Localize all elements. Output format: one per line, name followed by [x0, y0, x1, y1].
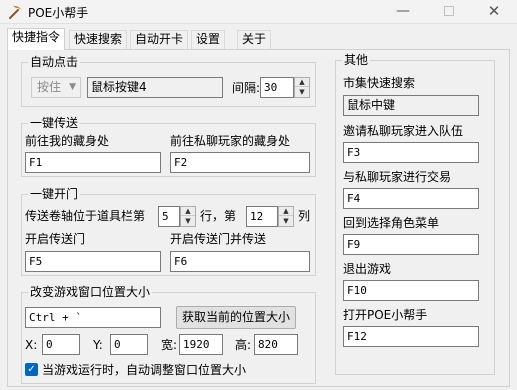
market-search-label: 市集快速搜索: [343, 76, 416, 90]
private-hideout-key-field[interactable]: F2: [170, 152, 310, 173]
spin-down-icon[interactable]: ▼: [295, 88, 309, 97]
teleport-group: 一键传送 前往我的藏身处 F1 前往私聊玩家的藏身处 F2: [21, 116, 316, 177]
open-portal-tp-key-field[interactable]: F6: [170, 251, 310, 272]
click-mode-dropdown[interactable]: 按住 ▼: [31, 77, 81, 98]
char-select-label: 回到选择角色菜单: [343, 216, 440, 230]
private-hideout-label: 前往私聊玩家的藏身处: [170, 134, 291, 148]
hideout-key-field[interactable]: F1: [25, 152, 161, 173]
spin-up-icon[interactable]: ▲: [279, 207, 293, 216]
open-portal-key-field[interactable]: F5: [25, 251, 161, 272]
auto-click-title: 自动点击: [28, 55, 81, 69]
col-spinner[interactable]: ▲ ▼: [278, 206, 294, 227]
y-input[interactable]: 0: [110, 334, 148, 355]
spin-down-icon[interactable]: ▼: [181, 217, 195, 226]
row-label: 行，第: [200, 209, 237, 223]
portal-group: 一键开门 传送卷轴位于道具栏第 5 ▲ ▼ 行，第 12 ▲ ▼ 列 开启传送门…: [21, 187, 316, 276]
pickaxe-icon: [9, 5, 22, 19]
exit-game-label: 退出游戏: [343, 262, 392, 276]
auto-adjust-checkbox[interactable]: ✓: [25, 363, 38, 376]
trade-key-field[interactable]: F4: [343, 188, 479, 209]
window-title: POE小帮手: [28, 6, 89, 20]
checkmark-icon: ✓: [27, 364, 36, 375]
char-select-key-field[interactable]: F9: [343, 234, 479, 255]
exit-game-key-field[interactable]: F10: [343, 280, 479, 301]
col-label: 列: [298, 209, 311, 223]
x-input[interactable]: 0: [42, 334, 80, 355]
auto-adjust-label[interactable]: 当游戏运行时，自动调整窗口位置大小: [42, 363, 246, 377]
maximize-icon: [444, 6, 454, 16]
x-label: X:: [25, 338, 38, 352]
open-app-label: 打开POE小帮手: [343, 308, 428, 322]
window-position-group: 改变游戏窗口位置大小 Ctrl + ` 获取当前的位置大小 X: 0 Y: 0 …: [21, 285, 316, 384]
spin-up-icon[interactable]: ▲: [181, 207, 195, 216]
maximize-button[interactable]: [426, 0, 472, 24]
interval-input[interactable]: 30: [260, 77, 294, 98]
minimize-button[interactable]: —: [380, 0, 426, 24]
click-key-field[interactable]: 鼠标按键4: [87, 77, 223, 98]
row-input[interactable]: 5: [158, 206, 180, 227]
height-input[interactable]: 820: [254, 334, 298, 355]
other-group: 其他 市集快速搜索 鼠标中键 邀请私聊玩家进入队伍 F3 与私聊玩家进行交易 F…: [335, 53, 495, 375]
spin-up-icon[interactable]: ▲: [295, 78, 309, 87]
invite-label: 邀请私聊玩家进入队伍: [343, 124, 464, 138]
col-input[interactable]: 12: [246, 206, 278, 227]
click-mode-value: 按住: [37, 80, 62, 94]
tab-bar: 快捷指令 快速搜索 自动开卡 设置 关于: [7, 28, 517, 50]
window-hotkey-field[interactable]: Ctrl + `: [25, 307, 161, 328]
tab-quick-search[interactable]: 快速搜索: [69, 30, 128, 49]
hideout-label: 前往我的藏身处: [25, 134, 110, 148]
width-label: 宽:: [161, 338, 178, 352]
tab-settings[interactable]: 设置: [191, 30, 226, 49]
invite-key-field[interactable]: F3: [343, 142, 479, 163]
y-label: Y:: [93, 338, 103, 352]
trade-label: 与私聊玩家进行交易: [343, 170, 452, 184]
get-position-button[interactable]: 获取当前的位置大小: [176, 306, 296, 329]
spin-down-icon[interactable]: ▼: [279, 217, 293, 226]
scroll-position-label: 传送卷轴位于道具栏第: [25, 209, 146, 223]
open-portal-tp-label: 开启传送门并传送: [170, 232, 267, 246]
portal-title: 一键开门: [28, 187, 81, 201]
row-spinner[interactable]: ▲ ▼: [180, 206, 196, 227]
teleport-title: 一键传送: [28, 116, 81, 130]
title-bar: POE小帮手 — ✕: [0, 0, 517, 24]
height-label: 高:: [235, 338, 252, 352]
other-title: 其他: [342, 53, 371, 67]
tab-auto-open[interactable]: 自动开卡: [130, 30, 189, 49]
tab-content: 自动点击 按住 ▼ 鼠标按键4 间隔: 30 ▲ ▼ 一键传送 前往我的藏身处 …: [7, 49, 510, 387]
width-input[interactable]: 1920: [179, 334, 223, 355]
close-button[interactable]: ✕: [471, 0, 517, 24]
market-search-key-field[interactable]: 鼠标中键: [343, 95, 479, 116]
auto-click-group: 自动点击 按住 ▼ 鼠标按键4 间隔: 30 ▲ ▼: [21, 55, 316, 107]
tab-about[interactable]: 关于: [237, 30, 272, 49]
chevron-down-icon: ▼: [69, 82, 76, 92]
tab-shortcuts[interactable]: 快捷指令: [7, 28, 66, 50]
open-app-key-field[interactable]: F12: [343, 326, 479, 347]
interval-label: 间隔:: [232, 81, 261, 95]
window-position-title: 改变游戏窗口位置大小: [28, 285, 153, 299]
open-portal-label: 开启传送门: [25, 232, 86, 246]
interval-spinner[interactable]: ▲ ▼: [294, 77, 310, 98]
